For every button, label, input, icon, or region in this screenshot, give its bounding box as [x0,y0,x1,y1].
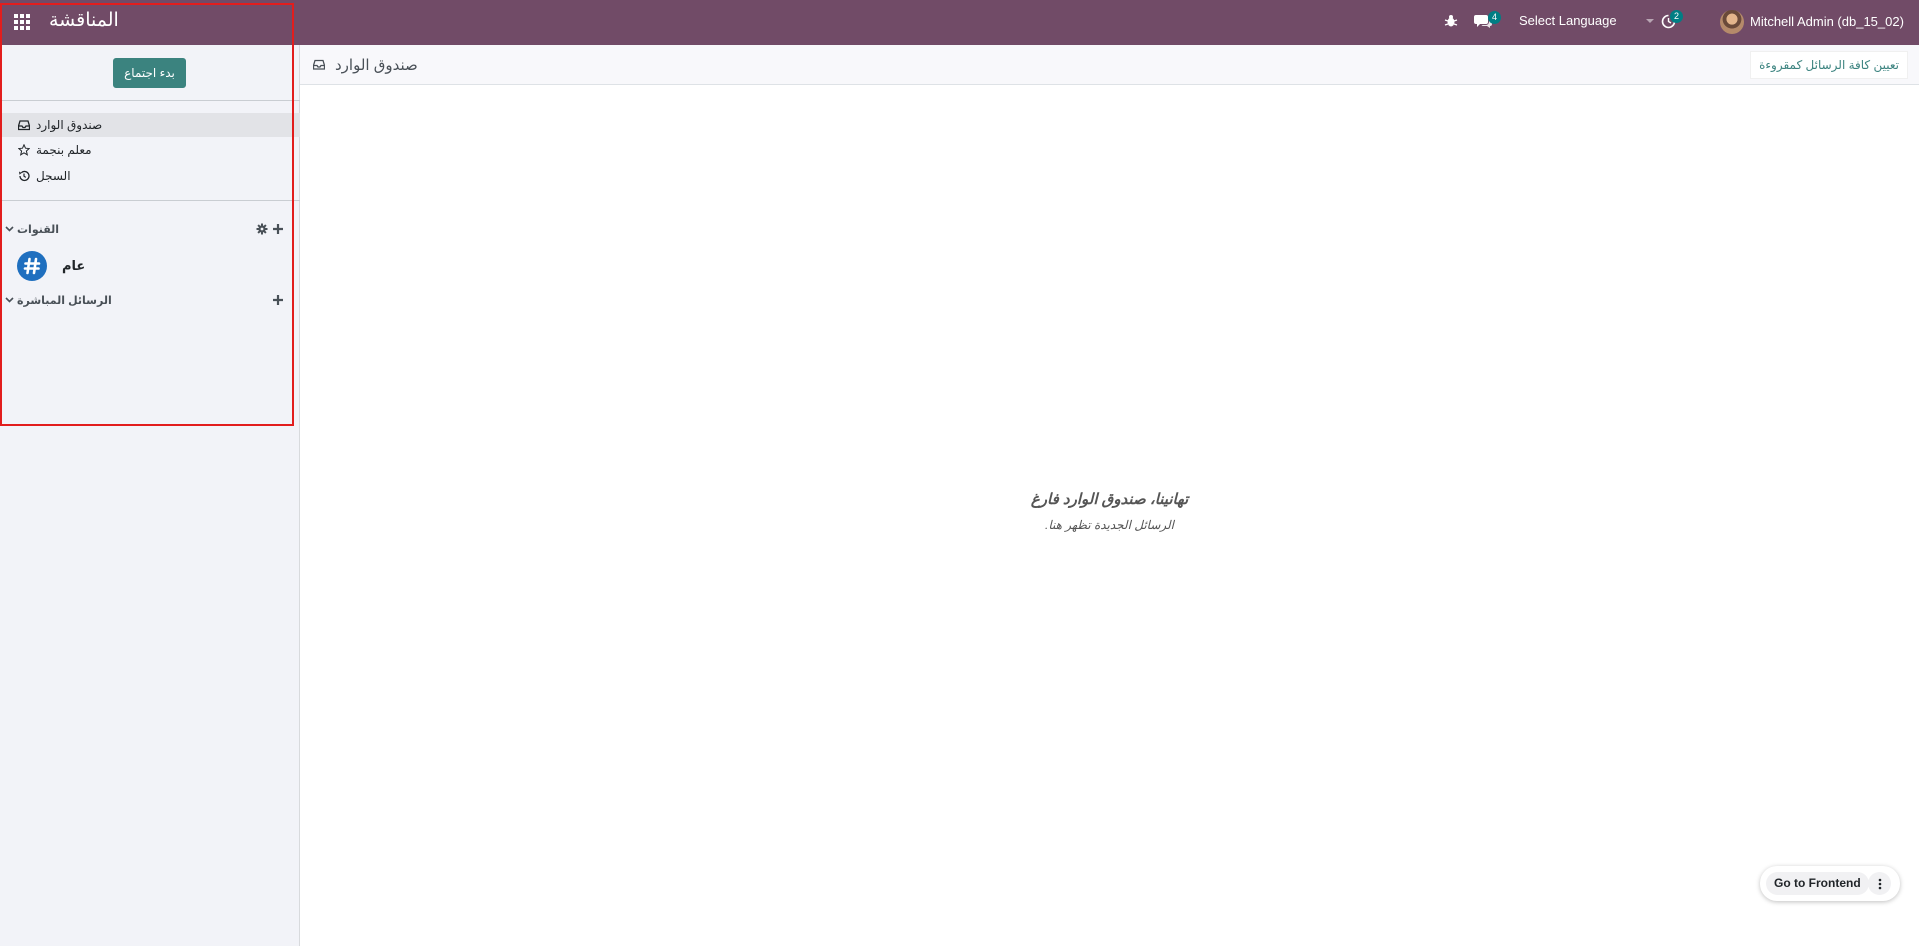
user-avatar[interactable] [1720,10,1744,34]
add-direct-message-icon[interactable] [272,294,284,306]
sidebar-divider [0,200,300,201]
user-menu[interactable]: Mitchell Admin (db_15_02) [1750,14,1904,29]
sidebar-item-label: معلم بنجمة [36,143,92,157]
direct-messages-section-header: الرسائل المباشرة [0,291,300,311]
go-to-frontend-button[interactable]: Go to Frontend [1766,872,1869,895]
empty-inbox-subtitle: الرسائل الجديدة تظهر هنا. [1045,518,1174,532]
inbox-icon [18,120,30,131]
sidebar-item-label: السجل [36,169,71,183]
hashtag-icon [17,251,47,281]
history-icon [19,170,30,182]
channels-label[interactable]: القنوات [17,223,59,236]
content-header: صندوق الوارد تعيين كافة الرسائل كمقروءة [300,45,1919,85]
inbox-icon [313,59,325,70]
start-meeting-button[interactable]: بدء اجتماع [113,58,186,88]
sidebar-divider [0,100,300,101]
discuss-sidebar: بدء اجتماع صندوق الوارد معلم بنجمة السجل… [0,45,300,946]
sidebar-item-label: صندوق الوارد [36,118,103,132]
messages-count-badge: 4 [1488,11,1502,24]
mark-all-read-button[interactable]: تعيين كافة الرسائل كمقروءة [1750,51,1908,79]
more-options-icon[interactable] [1868,872,1891,895]
apps-menu-icon[interactable] [14,14,32,30]
chevron-down-icon[interactable] [1646,19,1654,23]
channel-name: عام [62,258,86,273]
direct-messages-label[interactable]: الرسائل المباشرة [17,294,112,307]
sidebar-item-starred[interactable]: معلم بنجمة [0,138,300,162]
page-title: صندوق الوارد [335,57,418,74]
chevron-down-icon[interactable] [5,224,14,233]
add-channel-icon[interactable] [272,223,284,235]
star-icon [18,144,30,156]
app-title[interactable]: المناقشة [49,9,119,32]
sidebar-item-history[interactable]: السجل [0,164,300,188]
empty-inbox-title: تهانينا، صندوق الوارد فارغ [1030,491,1189,508]
channel-item-general[interactable]: عام [0,248,300,282]
debug-bug-icon[interactable] [1444,14,1458,28]
sidebar-item-inbox[interactable]: صندوق الوارد [0,113,300,137]
language-selector[interactable]: Select Language [1519,13,1617,28]
channels-section-header: القنوات [0,220,300,240]
activity-count-badge: 2 [1670,10,1684,23]
empty-inbox-message: تهانينا، صندوق الوارد فارغ الرسائل الجدي… [300,490,1919,532]
frontend-toolbar: Go to Frontend [1760,866,1900,901]
top-navbar: المناقشة 4 Select Language 2 Mitchell Ad… [0,0,1919,45]
chevron-down-icon[interactable] [5,295,14,304]
gear-icon[interactable] [256,223,268,235]
